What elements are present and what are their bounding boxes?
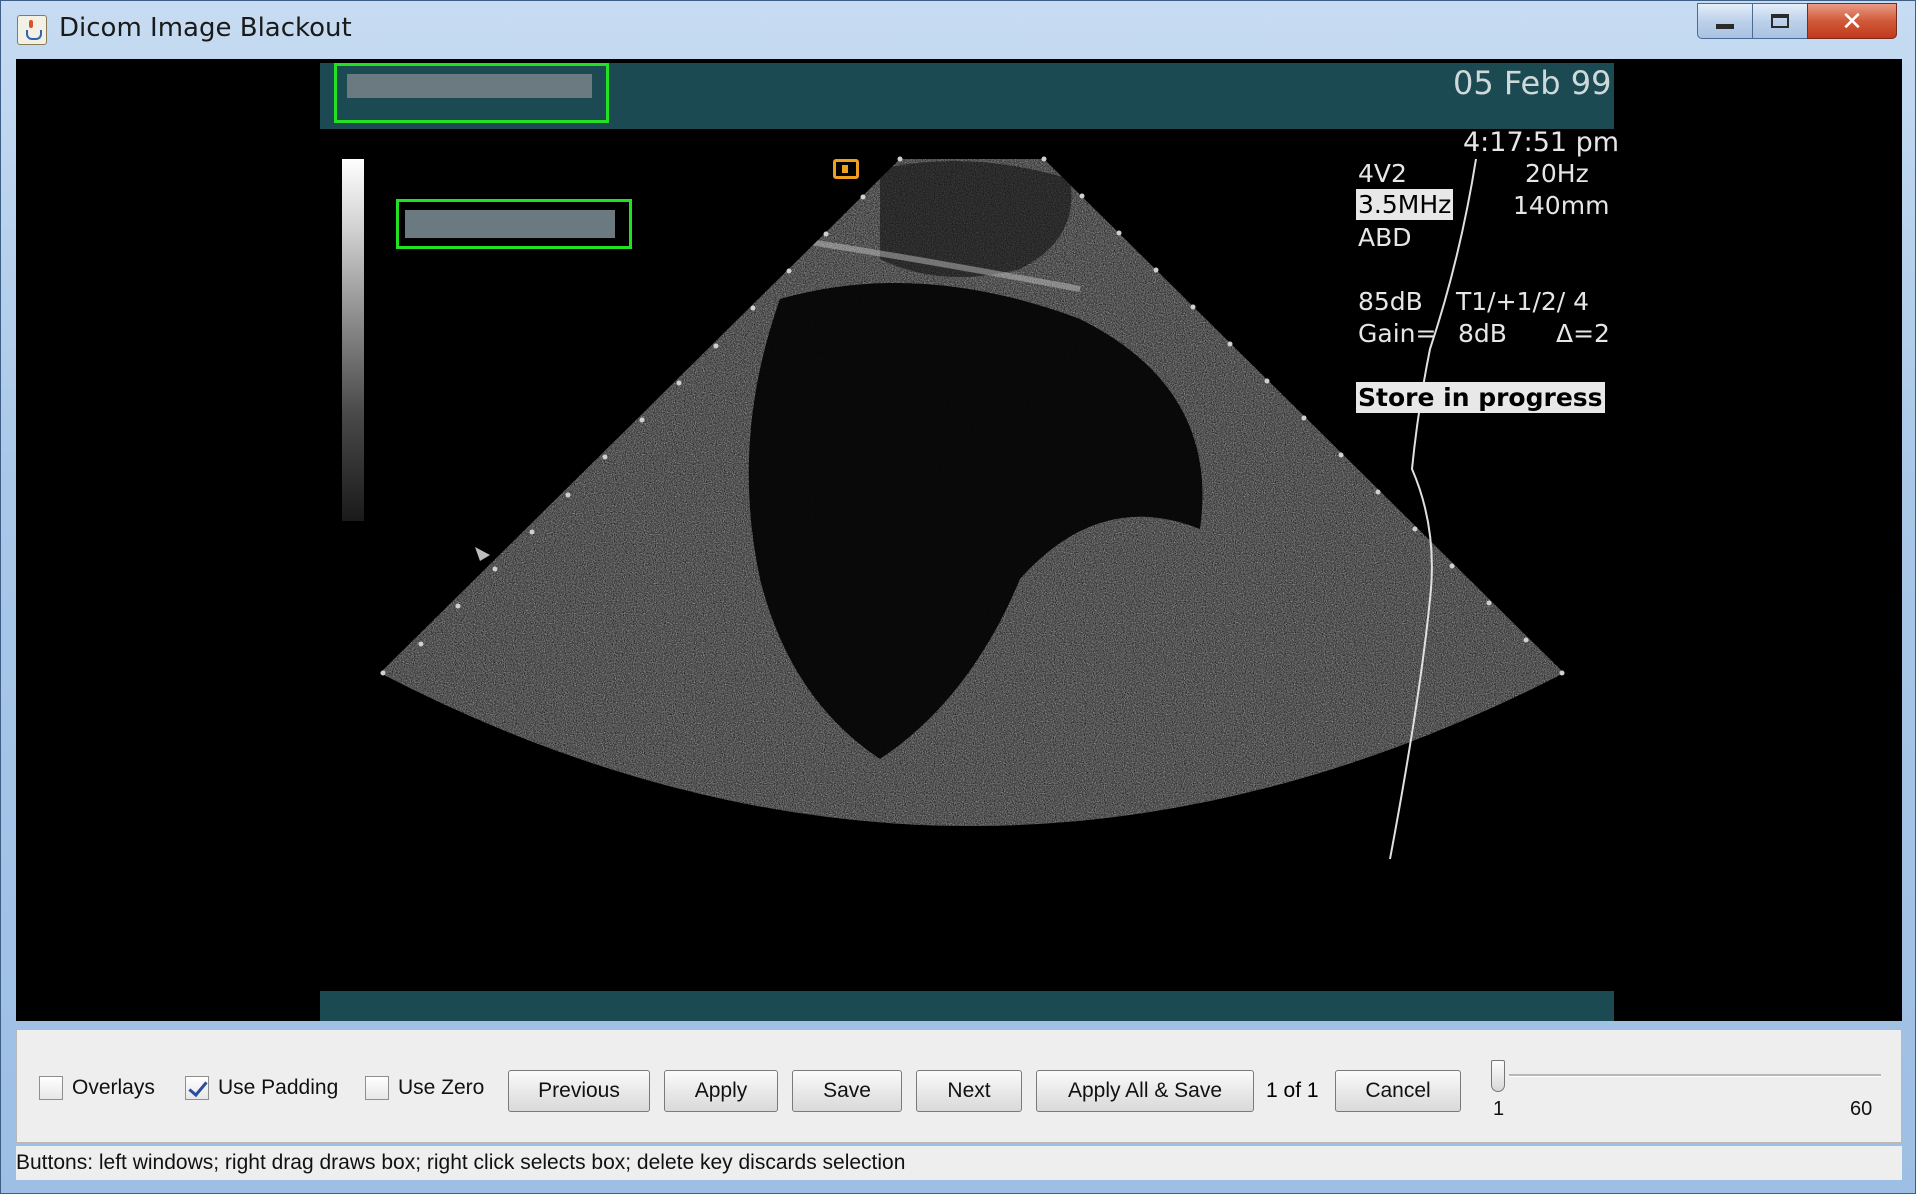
close-icon: ✕ (1841, 5, 1863, 36)
status-text: Buttons: left windows; right drag draws … (16, 1151, 906, 1174)
status-bar: Buttons: left windows; right drag draws … (16, 1146, 1902, 1180)
save-button[interactable]: Save (792, 1070, 902, 1112)
redacted-text-1 (347, 74, 592, 98)
cancel-button[interactable]: Cancel (1335, 1070, 1461, 1112)
frame-slider-track[interactable] (1509, 1074, 1881, 1077)
delta-value: Δ=2 (1556, 319, 1610, 348)
use-padding-label: Use Padding (218, 1076, 339, 1099)
frequency: 3.5MHz (1356, 189, 1454, 220)
grayscale-bar (342, 159, 364, 521)
preset: ABD (1358, 223, 1412, 252)
store-status-highlight: Store in progress (1356, 382, 1605, 413)
image-viewport[interactable]: 05 Feb 99 4:17:51 pm 4V2 20Hz 3.5MHz 140… (16, 59, 1902, 1021)
apply-button[interactable]: Apply (664, 1070, 778, 1112)
mode-settings: T1/+1/2/ 4 (1456, 287, 1590, 316)
overlays-label: Overlays (72, 1076, 155, 1099)
control-panel: Overlays Use Padding Use Zero Previous A… (16, 1029, 1902, 1143)
redacted-text-2 (405, 210, 615, 238)
minimize-icon (1716, 23, 1734, 29)
app-window: Dicom Image Blackout ✕ 05 Feb 99 4:17:51… (0, 0, 1916, 1194)
next-button[interactable]: Next (916, 1070, 1022, 1112)
use-zero-checkbox-box[interactable] (365, 1076, 389, 1100)
depth: 140mm (1513, 191, 1610, 220)
close-button[interactable]: ✕ (1807, 3, 1897, 39)
java-app-icon (17, 15, 47, 45)
window-controls: ✕ (1697, 3, 1897, 41)
frame-rate: 20Hz (1525, 159, 1589, 188)
image-date: 05 Feb 99 (1453, 64, 1612, 102)
use-padding-checkbox-box[interactable] (185, 1076, 209, 1100)
overlays-checkbox-box[interactable] (39, 1076, 63, 1100)
minimize-button[interactable] (1697, 3, 1753, 39)
store-status: Store in progress (1356, 382, 1605, 413)
previous-button[interactable]: Previous (508, 1070, 650, 1112)
probe-name: 4V2 (1358, 159, 1407, 188)
window-title: Dicom Image Blackout (59, 13, 352, 43)
frequency-highlight: 3.5MHz (1356, 189, 1454, 220)
maximize-icon (1771, 14, 1789, 28)
gain-value: 8dB (1458, 319, 1507, 348)
overlays-checkbox[interactable]: Overlays (39, 1070, 155, 1106)
slider-min-label: 1 (1493, 1098, 1505, 1120)
use-zero-checkbox[interactable]: Use Zero (365, 1070, 484, 1106)
title-bar[interactable]: Dicom Image Blackout ✕ (1, 1, 1915, 57)
use-zero-label: Use Zero (398, 1076, 485, 1099)
ultrasound-image[interactable]: 05 Feb 99 4:17:51 pm 4V2 20Hz 3.5MHz 140… (320, 59, 1619, 1021)
image-time: 4:17:51 pm (1463, 127, 1620, 158)
gain-label: Gain= (1358, 319, 1437, 348)
power: 85dB (1358, 287, 1423, 316)
frame-slider-thumb[interactable] (1491, 1060, 1505, 1092)
orientation-marker-icon (833, 159, 859, 179)
apply-all-save-button[interactable]: Apply All & Save (1036, 1070, 1254, 1112)
maximize-button[interactable] (1752, 3, 1808, 39)
use-padding-checkbox[interactable]: Use Padding (185, 1070, 338, 1106)
selection-box-1[interactable] (334, 63, 609, 123)
slider-max-label: 60 (1850, 1098, 1873, 1120)
selection-box-2[interactable] (396, 199, 632, 249)
page-count: 1 of 1 (1266, 1079, 1319, 1102)
